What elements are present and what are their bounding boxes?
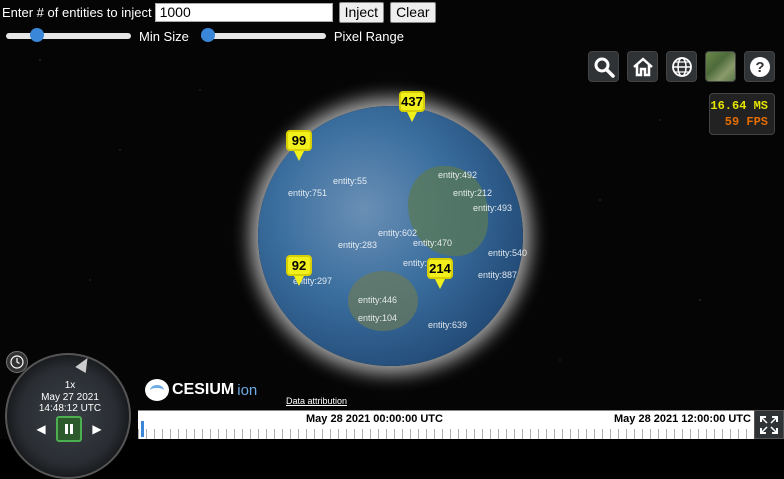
pixel-range-label: Pixel Range [333,28,404,44]
play-forward-button[interactable]: ▶ [88,420,106,438]
logo-suffix: ion [237,381,258,399]
question-icon: ? [749,56,770,77]
fullscreen-icon [760,415,778,434]
search-icon [594,57,615,78]
pixel-range-slider-knob[interactable] [200,28,215,42]
min-size-slider[interactable] [6,28,131,42]
cluster-marker[interactable]: 214 [427,258,453,289]
entity-label: entity:104 [358,313,398,323]
inject-count-input[interactable] [154,2,333,22]
timeline-needle[interactable] [141,421,144,437]
entity-label: entity:602 [378,228,418,238]
entity-label: entity:283 [338,240,378,250]
timeline-ticks [138,429,754,439]
entity-label: entity:887 [478,270,518,280]
cluster-count: 437 [399,91,425,112]
base-layer-picker-button[interactable] [705,51,736,82]
help-button[interactable]: ? [744,51,775,82]
timeline[interactable]: May 28 2021 00:00:00 UTC May 28 2021 12:… [138,410,754,439]
min-size-slider-knob[interactable] [30,28,44,42]
entity-label: entity:212 [453,188,493,198]
pixel-range-slider[interactable] [200,28,326,42]
home-icon [632,56,653,76]
timeline-label: May 28 2021 12:00:00 UTC [614,413,751,425]
clock-icon[interactable] [6,351,28,373]
globe-icon [671,56,692,77]
entity-label: entity:540 [488,248,528,258]
play-reverse-button[interactable]: ◀ [32,420,50,438]
animation-widget: 1x May 27 2021 14:48:12 UTC ◀ ▶ [2,349,138,479]
inject-button[interactable]: Inject [338,1,385,23]
cesium-ion-logo[interactable]: CESIUM ion [145,379,257,401]
clear-button[interactable]: Clear [390,1,436,23]
cluster-count: 99 [286,130,312,151]
fps-readout: 59 FPS [724,115,768,129]
pause-button[interactable] [56,416,82,442]
entity-labels: entity:55 entity:751 entity:492 entity:6… [238,98,548,358]
globe-viewport[interactable]: entity:55 entity:751 entity:492 entity:6… [238,91,548,366]
cluster-count: 92 [286,255,312,276]
geocoder-search-button[interactable] [588,51,619,82]
entity-label: entity:751 [288,188,328,198]
entity-label: entity:446 [358,295,398,305]
fullscreen-button[interactable] [754,410,784,439]
entity-label: entity:493 [473,203,513,213]
cluster-marker[interactable]: 437 [399,91,425,122]
cluster-marker[interactable]: 92 [286,255,312,286]
cluster-marker[interactable]: 99 [286,130,312,161]
cesium-logo-icon [145,379,169,401]
time-readout: 14:48:12 UTC [38,403,102,414]
entity-label: entity:492 [438,170,478,180]
data-attribution-link[interactable]: Data attribution [286,396,347,406]
timeline-label: May 28 2021 00:00:00 UTC [306,413,443,425]
speed-readout: 1x [64,380,76,391]
logo-name: CESIUM [172,381,235,398]
inject-count-label: Enter # of entities to inject [2,4,152,20]
cluster-count: 214 [427,258,453,279]
entity-label: entity:470 [413,238,453,248]
scene-mode-picker-button[interactable] [666,51,697,82]
viewer-toolbar: ? [588,51,775,82]
entity-label: entity:55 [333,176,368,186]
entity-toolbar: Enter # of entities to inject Inject Cle… [2,1,436,46]
frame-time-readout: 16.64 MS [710,99,768,113]
min-size-label: Min Size [139,28,189,44]
performance-display: 16.64 MS 59 FPS [709,93,775,135]
date-readout: May 27 2021 [41,392,99,403]
entity-label: entity:639 [428,320,468,330]
home-button[interactable] [627,51,658,82]
svg-text:?: ? [755,59,764,76]
